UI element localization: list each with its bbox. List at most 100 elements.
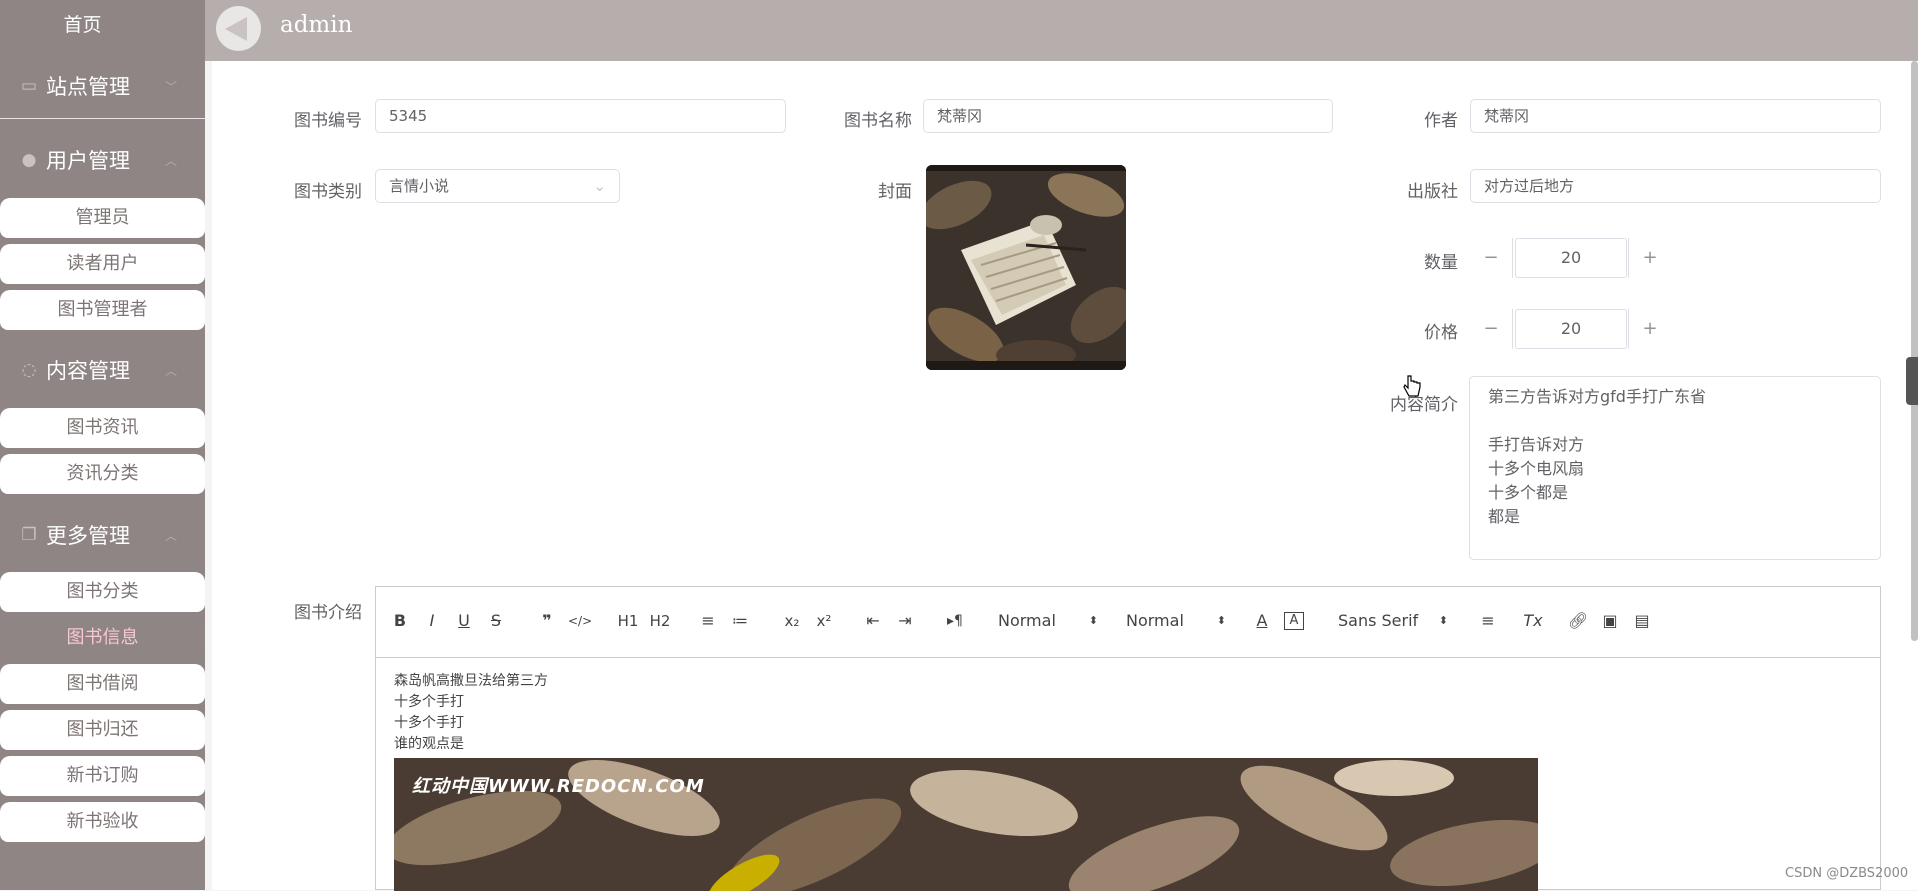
sidebar-item-admins[interactable]: 管理员	[0, 198, 205, 238]
video-icon[interactable]: ▤	[1632, 609, 1652, 633]
summary-textarea[interactable]: 第三方告诉对方gfd手打广东省 手打告诉对方 十多个电风扇 十多个都是 都是	[1469, 376, 1881, 560]
editor-content[interactable]: 森岛帆高撒旦法给第三方 十多个手打 十多个手打 谁的观点是	[394, 671, 548, 755]
sidebar-item-book-news[interactable]: 图书资讯	[0, 408, 205, 448]
chevron-up-icon: ︿	[165, 528, 178, 543]
sidebar-item-new-book-order[interactable]: 新书订购	[0, 756, 205, 796]
ordered-list-button[interactable]: ≡	[698, 609, 718, 633]
blockquote-button[interactable]: ❞	[538, 609, 556, 633]
font-family-picker[interactable]: Sans Serif ⬍	[1338, 609, 1448, 633]
chevron-down-icon: ⌄	[593, 177, 606, 195]
background-color-icon[interactable]: A	[1284, 612, 1304, 630]
sidebar: 首页 ▭ 站点管理 ﹀ ● 用户管理 ︿ 管理员 读者用户 图书管理者 ◌ 内容…	[0, 0, 205, 890]
editor-line: 十多个手打	[394, 694, 464, 710]
subscript-button[interactable]: x₂	[781, 609, 803, 633]
logo-icon	[216, 6, 261, 51]
intro-label: 图书介绍	[294, 603, 362, 623]
sidebar-group-site[interactable]: ▭ 站点管理 ﹀	[0, 56, 205, 116]
header-2-button[interactable]: H2	[648, 609, 672, 633]
category-select-value: 言情小说	[389, 177, 450, 195]
image-icon[interactable]: ▣	[1600, 609, 1620, 633]
font-size-picker-label: Normal	[998, 611, 1056, 630]
rich-text-editor: B I U S ❞ </> H1 H2 ≡ ≔ x₂ x² ⇤ ⇥ ▸¶ Nor…	[375, 586, 1881, 891]
top-bar: admin	[205, 0, 1918, 61]
sidebar-divider	[0, 118, 205, 119]
superscript-button[interactable]: x²	[813, 609, 835, 633]
editor-toolbar: B I U S ❞ </> H1 H2 ≡ ≔ x₂ x² ⇤ ⇥ ▸¶ Nor…	[376, 587, 1880, 658]
indent-button[interactable]: ⇥	[895, 609, 915, 633]
outdent-button[interactable]: ⇤	[863, 609, 883, 633]
sidebar-item-book-info[interactable]: 图书信息	[0, 618, 205, 658]
price-increase-button[interactable]: +	[1628, 309, 1671, 349]
sidebar-group-label: 内容管理	[46, 359, 130, 383]
page-scrollbar[interactable]	[1911, 61, 1918, 641]
editor-line: 十多个手打	[394, 715, 464, 731]
sidebar-group-content[interactable]: ◌ 内容管理 ︿	[0, 340, 205, 400]
sidebar-item-book-categories[interactable]: 图书分类	[0, 572, 205, 612]
sidebar-group-label: 站点管理	[46, 75, 130, 99]
copy-icon: ❐	[21, 525, 37, 545]
chevron-up-icon: ︿	[165, 363, 178, 378]
clean-format-button[interactable]: Tx	[1522, 609, 1544, 633]
sidebar-item-book-borrow[interactable]: 图书借阅	[0, 664, 205, 704]
sidebar-item-readers[interactable]: 读者用户	[0, 244, 205, 284]
price-input[interactable]: 20	[1515, 309, 1627, 349]
font-size-picker[interactable]: Normal ⬍	[998, 609, 1098, 633]
italic-button[interactable]: I	[424, 609, 440, 633]
up-down-arrows-icon: ⬍	[1438, 614, 1448, 627]
up-down-arrows-icon: ⬍	[1216, 614, 1226, 627]
font-family-picker-label: Sans Serif	[1338, 611, 1419, 630]
code-button[interactable]: </>	[568, 609, 592, 633]
price-stepper: − 20 +	[1470, 309, 1672, 349]
price-decrease-button[interactable]: −	[1470, 309, 1513, 349]
quantity-decrease-button[interactable]: −	[1470, 238, 1513, 278]
credit-watermark: CSDN @DZBS2000	[1785, 866, 1909, 881]
bold-button[interactable]: B	[392, 609, 408, 633]
book-name-label: 图书名称	[844, 111, 912, 131]
chevron-up-icon: ︿	[165, 153, 178, 168]
sidebar-item-news-categories[interactable]: 资讯分类	[0, 454, 205, 494]
cover-photo	[926, 165, 1126, 370]
book-no-input[interactable]: 5345	[375, 99, 786, 133]
sidebar-group-users[interactable]: ● 用户管理 ︿	[0, 130, 205, 190]
publisher-input[interactable]: 对方过后地方	[1470, 169, 1881, 203]
header-1-button[interactable]: H1	[616, 609, 640, 633]
strike-button[interactable]: S	[488, 609, 504, 633]
side-drawer-handle[interactable]	[1906, 357, 1918, 405]
sidebar-item-new-book-accept[interactable]: 新书验收	[0, 802, 205, 842]
category-select[interactable]: 言情小说 ⌄	[375, 169, 620, 203]
author-input[interactable]: 梵蒂冈	[1470, 99, 1881, 133]
cover-image[interactable]	[926, 165, 1126, 370]
editor-embedded-image[interactable]: 红动中国WWW.REDOCN.COM	[394, 758, 1538, 891]
sidebar-item-book-return[interactable]: 图书归还	[0, 710, 205, 750]
quantity-stepper: − 20 +	[1470, 238, 1672, 278]
text-color-icon[interactable]: A	[1252, 609, 1272, 633]
bullet-list-button[interactable]: ≔	[730, 609, 750, 633]
quantity-label: 数量	[1424, 253, 1458, 273]
chevron-down-icon: ﹀	[165, 79, 178, 94]
monitor-icon: ▭	[20, 76, 38, 96]
editor-line: 森岛帆高撒旦法给第三方	[394, 673, 548, 689]
text-direction-button[interactable]: ▸¶	[944, 609, 966, 633]
sidebar-group-more[interactable]: ❐ 更多管理 ︿	[0, 505, 205, 565]
sidebar-home[interactable]: 首页	[0, 0, 165, 50]
underline-button[interactable]: U	[456, 609, 472, 633]
header-picker-label: Normal	[1126, 611, 1184, 630]
editor-line: 谁的观点是	[394, 736, 464, 752]
category-label: 图书类别	[294, 182, 362, 202]
user-icon: ●	[21, 150, 37, 170]
quantity-input[interactable]: 20	[1515, 238, 1627, 278]
author-label: 作者	[1424, 111, 1458, 131]
header-picker[interactable]: Normal ⬍	[1126, 609, 1226, 633]
chat-icon: ◌	[21, 360, 37, 380]
publisher-label: 出版社	[1407, 182, 1458, 202]
sidebar-group-label: 用户管理	[46, 149, 130, 173]
quantity-increase-button[interactable]: +	[1628, 238, 1671, 278]
align-button[interactable]: ≡	[1478, 609, 1498, 633]
sidebar-group-label: 更多管理	[46, 524, 130, 548]
price-label: 价格	[1424, 323, 1458, 343]
brand-title: admin	[280, 12, 353, 38]
link-icon[interactable]: 🔗︎	[1568, 609, 1588, 633]
sidebar-item-book-managers[interactable]: 图书管理者	[0, 290, 205, 330]
cover-label: 封面	[878, 182, 912, 202]
book-name-input[interactable]: 梵蒂冈	[923, 99, 1333, 133]
